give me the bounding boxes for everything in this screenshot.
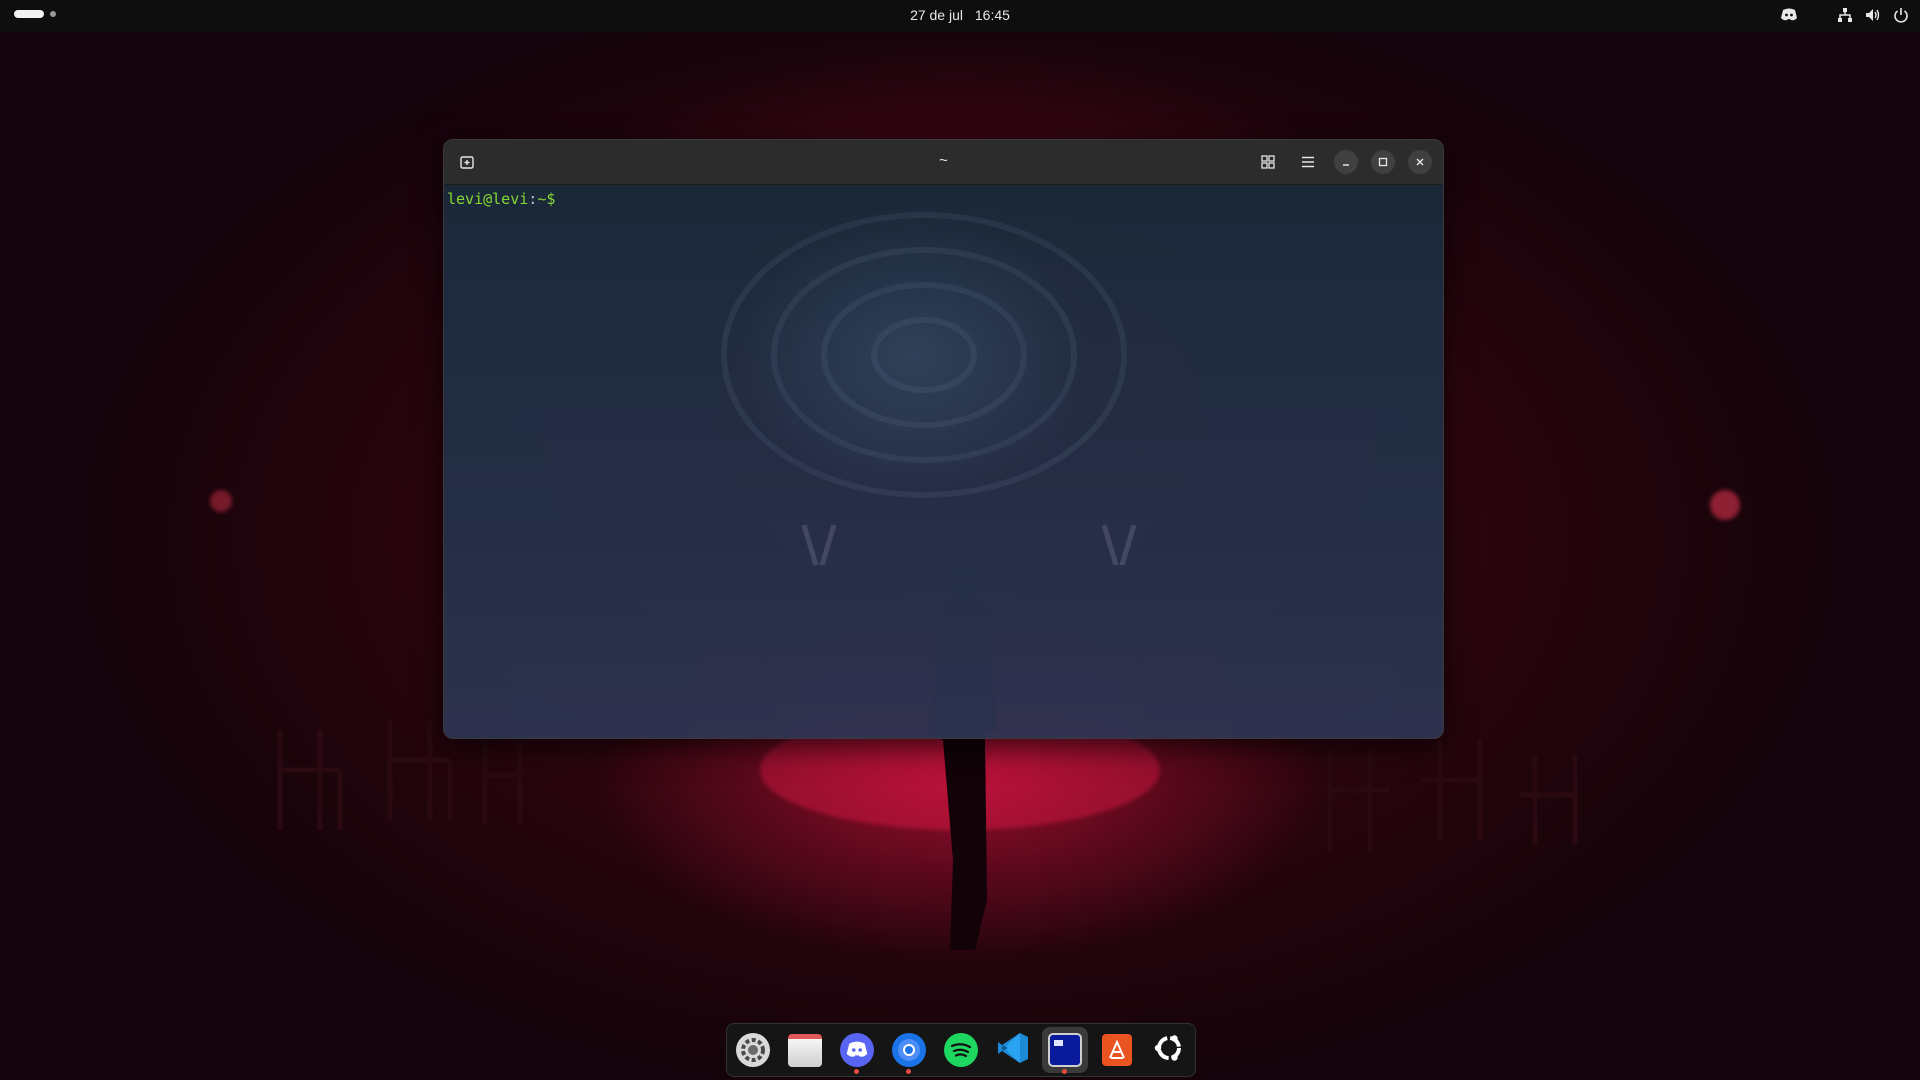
prompt-user: levi@levi [447, 190, 529, 208]
chairs-right [1327, 740, 1578, 850]
network-icon[interactable] [1836, 6, 1854, 24]
dock-discord[interactable] [834, 1027, 880, 1074]
running-indicator [1062, 1069, 1067, 1074]
terminal-title: ~ [939, 152, 948, 169]
dock-chromium[interactable] [886, 1027, 932, 1074]
menu-icon[interactable] [1297, 151, 1319, 173]
vscode-icon [996, 1031, 1030, 1069]
terminal-window[interactable]: ~ levi@levi:~$ [443, 139, 1444, 739]
settings-gear-icon [736, 1033, 770, 1067]
terminal-header-bar[interactable]: ~ [444, 140, 1443, 185]
volume-icon[interactable] [1864, 6, 1882, 24]
terminal-prompt: levi@levi:~$ [447, 190, 555, 208]
top-bar: 27 de jul 16:45 [0, 0, 1920, 32]
maximize-icon[interactable] [1371, 150, 1395, 174]
wallpaper-vortex [721, 212, 1137, 565]
app-center-icon [1102, 1034, 1132, 1066]
spotify-icon [944, 1033, 978, 1067]
tab-overview-icon[interactable] [1257, 151, 1279, 173]
dock-files[interactable] [782, 1027, 828, 1073]
dock-app-center[interactable] [1094, 1027, 1140, 1073]
system-tray[interactable] [1780, 6, 1910, 24]
dock-settings[interactable] [730, 1027, 776, 1073]
dock-vscode[interactable] [990, 1027, 1036, 1073]
dock-spotify[interactable] [938, 1027, 984, 1073]
terminal-app-icon [1048, 1033, 1082, 1067]
clock[interactable]: 27 de jul 16:45 [0, 7, 1920, 23]
chromium-icon [892, 1033, 926, 1067]
dock-terminal[interactable] [1042, 1027, 1088, 1074]
prompt-separator: : [528, 190, 538, 208]
power-icon[interactable] [1892, 6, 1910, 24]
prompt-path: ~$ [537, 190, 556, 208]
minimize-icon[interactable] [1334, 150, 1358, 174]
running-indicator [854, 1069, 859, 1074]
ubuntu-logo-icon [1153, 1032, 1185, 1068]
discord-app-icon [840, 1033, 874, 1067]
dock-show-apps[interactable] [1146, 1027, 1192, 1073]
clock-time: 16:45 [974, 7, 1010, 23]
dock [726, 1023, 1196, 1077]
files-folder-icon [788, 1033, 822, 1067]
discord-icon[interactable] [1780, 6, 1798, 24]
clock-date: 27 de jul [910, 7, 963, 23]
terminal-body[interactable]: levi@levi:~$ [444, 185, 1443, 738]
running-indicator [906, 1069, 911, 1074]
close-icon[interactable] [1408, 150, 1432, 174]
